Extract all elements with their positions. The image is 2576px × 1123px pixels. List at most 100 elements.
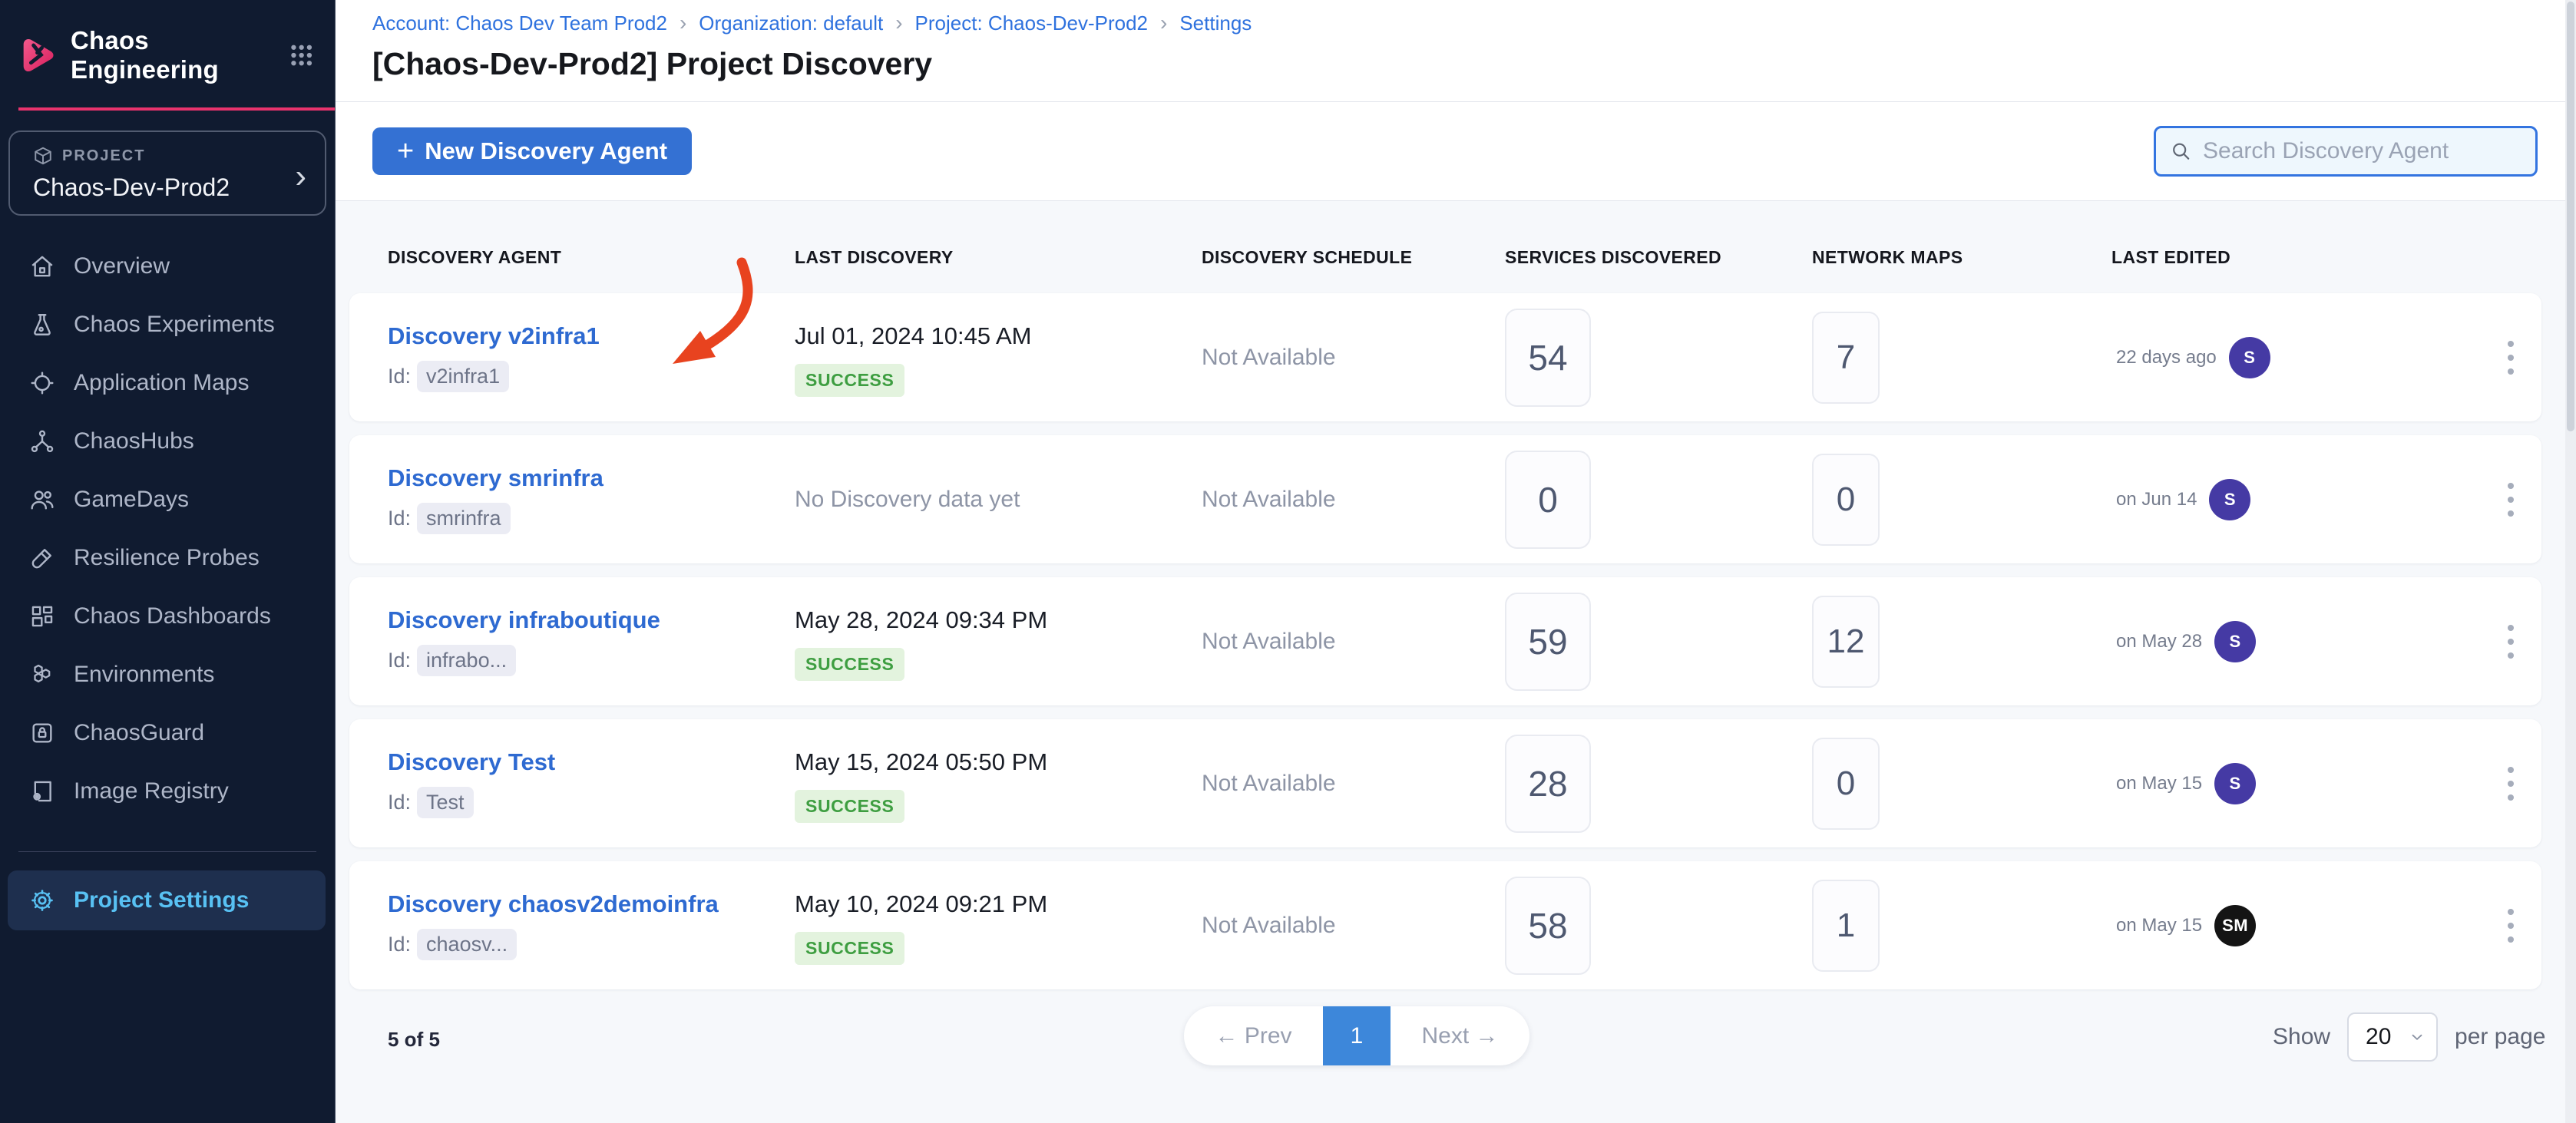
last-discovery-time: Jul 01, 2024 10:45 AM	[795, 322, 1202, 350]
status-badge: SUCCESS	[795, 790, 904, 823]
table-footer: 5 of 5 ← Prev 1 Next → Show 20 per page	[349, 1006, 2576, 1083]
scrollbar-thumb[interactable]	[2567, 2, 2574, 431]
search-icon	[2170, 139, 2192, 163]
last-discovery-time: May 28, 2024 09:34 PM	[795, 606, 1202, 634]
services-discovered-count: 28	[1505, 735, 1591, 833]
row-menu-button[interactable]	[2503, 478, 2518, 521]
last-edited: on May 15	[2116, 915, 2202, 936]
last-edited: 22 days ago	[2116, 347, 2217, 368]
sidebar-item-chaosguard[interactable]: ChaosGuard	[0, 704, 335, 762]
avatar[interactable]: S	[2214, 621, 2256, 662]
users-icon	[29, 487, 55, 513]
sidebar-item-image-registry[interactable]: Image Registry	[0, 762, 335, 821]
table-row: Discovery chaosv2demoinfra Id: chaosv...…	[349, 861, 2541, 989]
plus-icon: +	[397, 140, 414, 163]
lock-icon	[29, 720, 55, 746]
breadcrumb-settings-link[interactable]: Settings	[1179, 12, 1252, 35]
scrollbar[interactable]	[2565, 0, 2576, 1123]
row-menu-button[interactable]	[2503, 336, 2518, 379]
services-discovered-count: 54	[1505, 309, 1591, 407]
sidebar-item-overview[interactable]: Overview	[0, 237, 335, 296]
hexagons-icon	[29, 662, 55, 688]
search-box	[2154, 126, 2538, 177]
current-page-button[interactable]: 1	[1323, 1006, 1391, 1065]
breadcrumb-organization-link[interactable]: Organization: default	[699, 12, 883, 35]
main-area: Account: Chaos Dev Team Prod2 › Organiza…	[336, 0, 2576, 1123]
project-name: Chaos-Dev-Prod2	[33, 173, 325, 202]
agent-id: Id: v2infra1	[388, 361, 795, 392]
breadcrumb-account-link[interactable]: Account: Chaos Dev Team Prod2	[372, 12, 667, 35]
discovery-agent-link[interactable]: Discovery v2infra1	[388, 322, 795, 350]
sidebar-item-label: ChaosHubs	[74, 428, 194, 454]
agent-id: Id: Test	[388, 787, 795, 818]
new-discovery-agent-button[interactable]: + New Discovery Agent	[372, 127, 692, 175]
apps-grid-icon[interactable]	[288, 41, 315, 70]
flask-icon	[29, 312, 55, 338]
discovery-agent-link[interactable]: Discovery chaosv2demoinfra	[388, 890, 795, 918]
last-discovery-empty: No Discovery data yet	[795, 487, 1202, 513]
discovery-agent-link[interactable]: Discovery smrinfra	[388, 464, 795, 492]
network-icon	[29, 428, 55, 454]
sidebar-item-label: ChaosGuard	[74, 720, 204, 746]
sidebar-item-label: Resilience Probes	[74, 545, 260, 571]
discovery-schedule: Not Available	[1202, 629, 1505, 655]
table-row: Discovery v2infra1 Id: v2infra1 Jul 01, …	[349, 293, 2541, 421]
pagination: ← Prev 1 Next →	[1184, 1006, 1529, 1065]
agent-id: Id: infrabo...	[388, 645, 795, 676]
avatar[interactable]: S	[2229, 337, 2270, 378]
network-maps-count: 0	[1812, 454, 1880, 546]
sidebar-item-resilience-probes[interactable]: Resilience Probes	[0, 529, 335, 587]
avatar[interactable]: S	[2209, 479, 2250, 520]
sidebar-item-environments[interactable]: Environments	[0, 646, 335, 704]
column-header: LAST EDITED	[2111, 247, 2541, 268]
discovery-agent-link[interactable]: Discovery infraboutique	[388, 606, 795, 634]
search-input[interactable]	[2203, 138, 2523, 164]
agent-id: Id: chaosv...	[388, 929, 795, 960]
page-title: [Chaos-Dev-Prod2] Project Discovery	[372, 46, 2576, 82]
sidebar-item-chaos-experiments[interactable]: Chaos Experiments	[0, 296, 335, 354]
page-size-control: Show 20 per page	[2273, 1012, 2545, 1062]
row-menu-button[interactable]	[2503, 620, 2518, 663]
breadcrumb-project-link[interactable]: Project: Chaos-Dev-Prod2	[915, 12, 1148, 35]
discovery-agent-link[interactable]: Discovery Test	[388, 748, 795, 776]
agent-id: Id: smrinfra	[388, 503, 795, 534]
sidebar-item-label: Project Settings	[74, 887, 249, 913]
new-discovery-agent-label: New Discovery Agent	[425, 137, 667, 165]
last-edited: on Jun 14	[2116, 489, 2197, 510]
column-header: NETWORK MAPS	[1812, 247, 2111, 268]
sidebar-item-label: Overview	[74, 253, 170, 279]
sidebar-item-label: Environments	[74, 662, 214, 688]
sidebar-item-chaoshubs[interactable]: ChaosHubs	[0, 412, 335, 471]
avatar[interactable]: SM	[2214, 905, 2256, 946]
discovery-schedule: Not Available	[1202, 913, 1505, 939]
column-header: LAST DISCOVERY	[795, 247, 1202, 268]
table-area: DISCOVERY AGENT LAST DISCOVERY DISCOVERY…	[336, 201, 2576, 1123]
network-maps-count: 12	[1812, 596, 1880, 688]
sidebar-item-gamedays[interactable]: GameDays	[0, 471, 335, 529]
services-discovered-count: 0	[1505, 451, 1591, 549]
sidebar-nav: Overview Chaos Experiments Application M…	[0, 237, 335, 930]
agent-id-pill: v2infra1	[417, 361, 509, 392]
project-selector[interactable]: PROJECT Chaos-Dev-Prod2 ›	[8, 130, 326, 216]
avatar[interactable]: S	[2214, 763, 2256, 804]
chevron-down-icon	[2409, 1029, 2426, 1045]
sidebar-divider	[18, 851, 316, 852]
next-page-button[interactable]: Next →	[1391, 1023, 1529, 1049]
sidebar-item-application-maps[interactable]: Application Maps	[0, 354, 335, 412]
status-badge: SUCCESS	[795, 932, 904, 965]
gear-icon	[29, 887, 55, 913]
sidebar-item-label: Chaos Experiments	[74, 312, 275, 338]
sidebar-item-label: Chaos Dashboards	[74, 603, 271, 629]
sidebar-item-project-settings[interactable]: Project Settings	[8, 870, 326, 930]
row-menu-button[interactable]	[2503, 904, 2518, 947]
discovery-schedule: Not Available	[1202, 771, 1505, 797]
row-menu-button[interactable]	[2503, 762, 2518, 805]
page-size-select[interactable]: 20	[2347, 1012, 2438, 1062]
sidebar-item-chaos-dashboards[interactable]: Chaos Dashboards	[0, 587, 335, 646]
sidebar: Chaos Engineering PROJECT Chaos-Dev-Prod…	[0, 0, 336, 1123]
agent-id-pill: infrabo...	[417, 645, 516, 676]
table-row: Discovery smrinfra Id: smrinfra No Disco…	[349, 435, 2541, 563]
table-row: Discovery Test Id: Test May 15, 2024 05:…	[349, 719, 2541, 847]
prev-page-button[interactable]: ← Prev	[1184, 1023, 1323, 1049]
target-icon	[29, 370, 55, 396]
